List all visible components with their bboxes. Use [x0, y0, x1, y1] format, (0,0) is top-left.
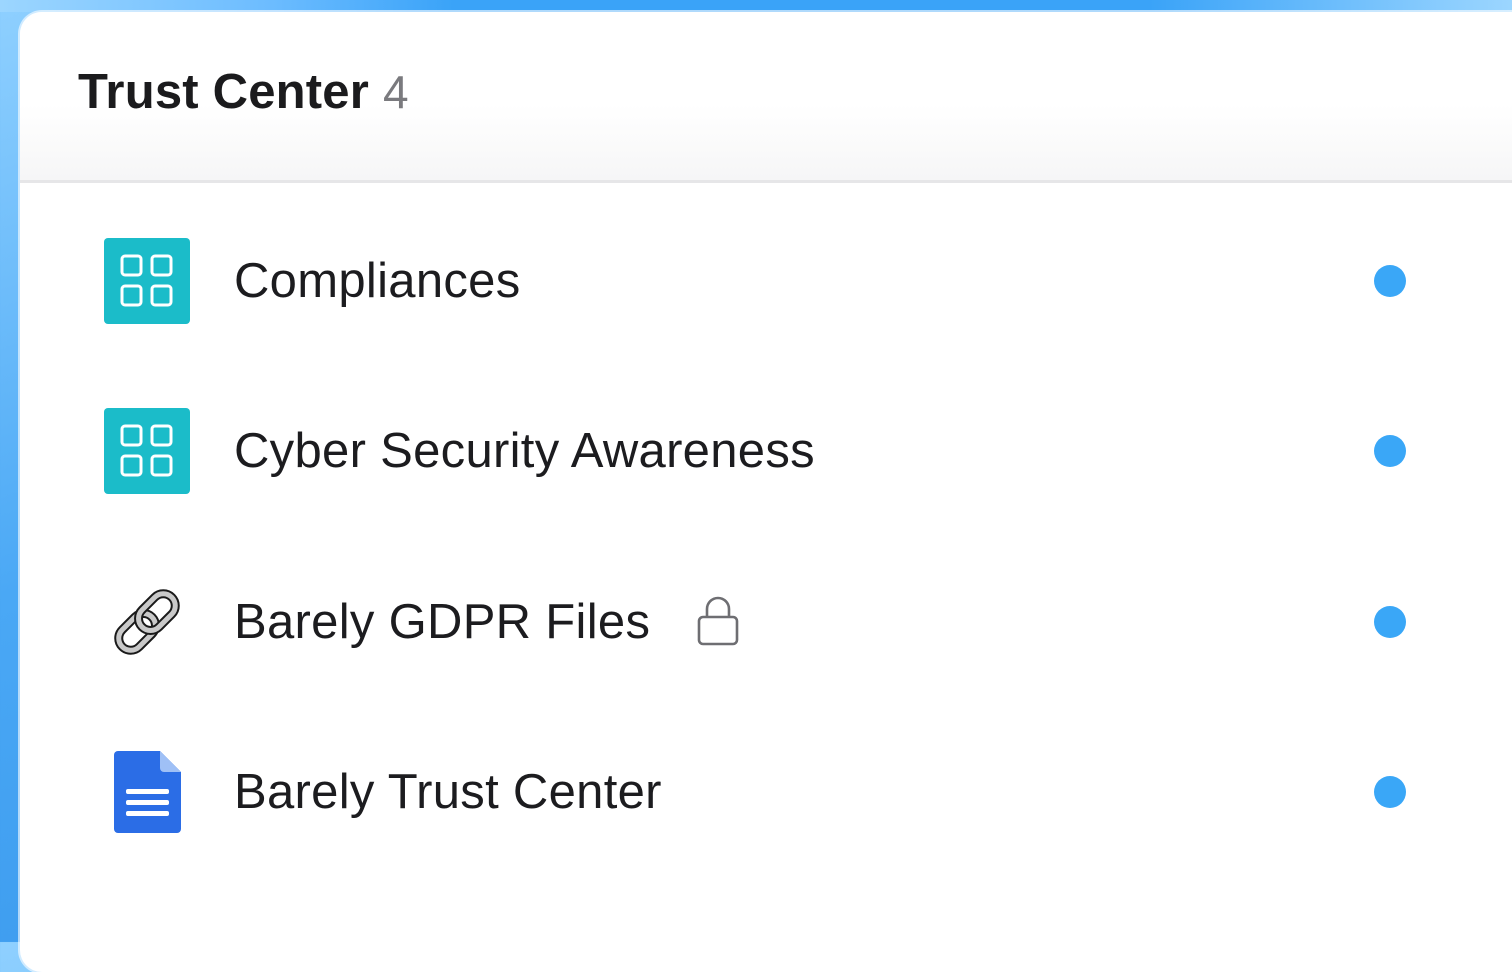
item-label: Compliances	[234, 254, 521, 308]
grid-icon	[104, 238, 190, 324]
lock-icon	[697, 595, 739, 647]
panel-header: Trust Center 4	[20, 12, 1512, 183]
panel-title: Trust Center 4	[78, 64, 409, 120]
status-dot	[1374, 265, 1406, 297]
google-doc-icon	[104, 749, 190, 835]
status-dot	[1374, 435, 1406, 467]
item-label: Barely Trust Center	[234, 765, 662, 819]
panel-title-text: Trust Center	[78, 65, 370, 119]
link-chain-icon	[104, 579, 190, 665]
item-label: Barely GDPR Files	[234, 595, 651, 649]
list-item-cyber-security-awareness[interactable]: Cyber Security Awareness	[20, 376, 1512, 526]
item-label: Cyber Security Awareness	[234, 424, 815, 478]
status-dot	[1374, 776, 1406, 808]
item-count: 4	[383, 66, 409, 118]
trust-center-panel: Trust Center 4 Compliances Cyber Securit…	[20, 12, 1512, 972]
background-gradient	[0, 0, 1512, 12]
list-item-barely-trust-center[interactable]: Barely Trust Center	[20, 717, 1512, 867]
list-item-barely-gdpr-files[interactable]: Barely GDPR Files	[20, 547, 1512, 697]
list-item-compliances[interactable]: Compliances	[20, 206, 1512, 356]
grid-icon	[104, 408, 190, 494]
status-dot	[1374, 606, 1406, 638]
